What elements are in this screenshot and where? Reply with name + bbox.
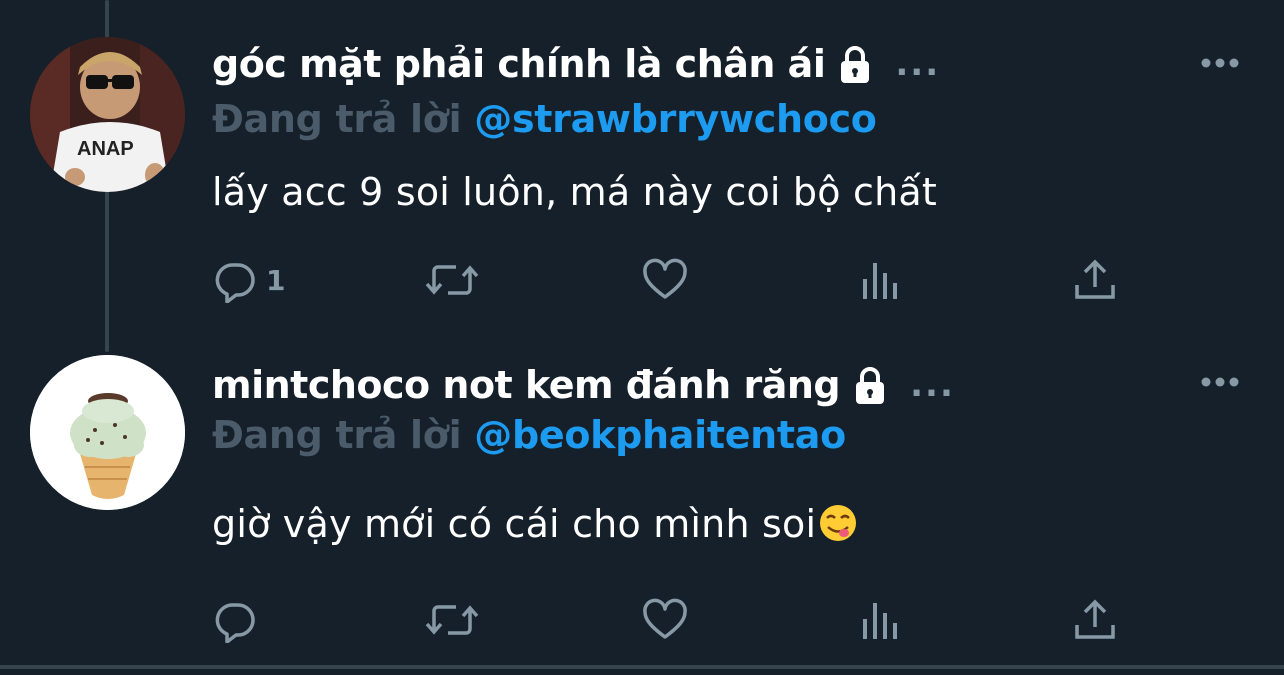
tweet-header: mintchoco not kem đánh răng ... bbox=[212, 363, 955, 407]
avatar-ice-cream-image bbox=[30, 355, 185, 510]
tweet-header: góc mặt phải chính là chân ái ... bbox=[212, 42, 940, 86]
analytics-button[interactable] bbox=[859, 595, 905, 645]
yum-face-emoji bbox=[818, 503, 858, 543]
reply-handle-link[interactable]: @beokphaitentao bbox=[474, 413, 846, 457]
share-button[interactable] bbox=[1072, 255, 1118, 305]
reply-button[interactable] bbox=[212, 595, 266, 645]
share-icon bbox=[1075, 259, 1115, 299]
tweet-text: giờ vậy mới có cái cho mình soi bbox=[212, 502, 817, 546]
display-name[interactable]: mintchoco not kem đánh răng bbox=[212, 363, 841, 407]
avatar-photo: ANAP bbox=[30, 37, 185, 192]
lock-icon bbox=[848, 363, 892, 407]
analytics-button[interactable] bbox=[859, 255, 905, 305]
reply-icon bbox=[215, 263, 255, 303]
more-icon[interactable] bbox=[1200, 56, 1240, 70]
ellipsis-text: ... bbox=[910, 365, 955, 405]
reply-icon bbox=[215, 603, 255, 643]
more-icon[interactable] bbox=[1200, 375, 1240, 389]
replying-to: Đang trả lời @strawbrrywchoco bbox=[212, 97, 877, 141]
tweet-actions: 1 bbox=[212, 255, 1132, 305]
replying-to: Đang trả lời @beokphaitentao bbox=[212, 413, 846, 457]
like-button[interactable] bbox=[642, 255, 688, 305]
avatar[interactable] bbox=[30, 355, 185, 510]
retweet-icon bbox=[425, 605, 479, 635]
ellipsis-text: ... bbox=[895, 44, 941, 84]
tweet-actions bbox=[212, 595, 1132, 645]
lock-icon bbox=[833, 42, 877, 86]
tweet[interactable]: ANAP góc mặt phải chính là chân ái ... Đ… bbox=[0, 0, 1284, 333]
like-icon bbox=[643, 258, 687, 299]
tweet-text: lấy acc 9 soi luôn, má này coi bộ chất bbox=[212, 170, 937, 214]
svg-text:ANAP: ANAP bbox=[77, 138, 134, 160]
share-icon bbox=[1075, 599, 1115, 639]
analytics-icon bbox=[863, 603, 897, 639]
display-name[interactable]: góc mặt phải chính là chân ái bbox=[212, 42, 826, 86]
reply-count: 1 bbox=[266, 263, 286, 297]
tweet-text-row: giờ vậy mới có cái cho mình soi bbox=[212, 502, 858, 546]
retweet-button[interactable] bbox=[424, 255, 480, 305]
reply-prefix: Đang trả lời bbox=[212, 413, 462, 457]
divider bbox=[0, 665, 1284, 669]
like-icon bbox=[643, 598, 687, 639]
reply-prefix: Đang trả lời bbox=[212, 97, 462, 141]
tweet[interactable]: mintchoco not kem đánh răng ... Đang trả… bbox=[0, 345, 1284, 665]
reply-handle-link[interactable]: @strawbrrywchoco bbox=[474, 97, 877, 141]
retweet-icon bbox=[425, 265, 479, 295]
like-button[interactable] bbox=[642, 595, 688, 645]
avatar[interactable]: ANAP bbox=[30, 37, 185, 192]
reply-button[interactable]: 1 bbox=[212, 255, 285, 305]
share-button[interactable] bbox=[1072, 595, 1118, 645]
analytics-icon bbox=[863, 263, 897, 299]
retweet-button[interactable] bbox=[424, 595, 480, 645]
